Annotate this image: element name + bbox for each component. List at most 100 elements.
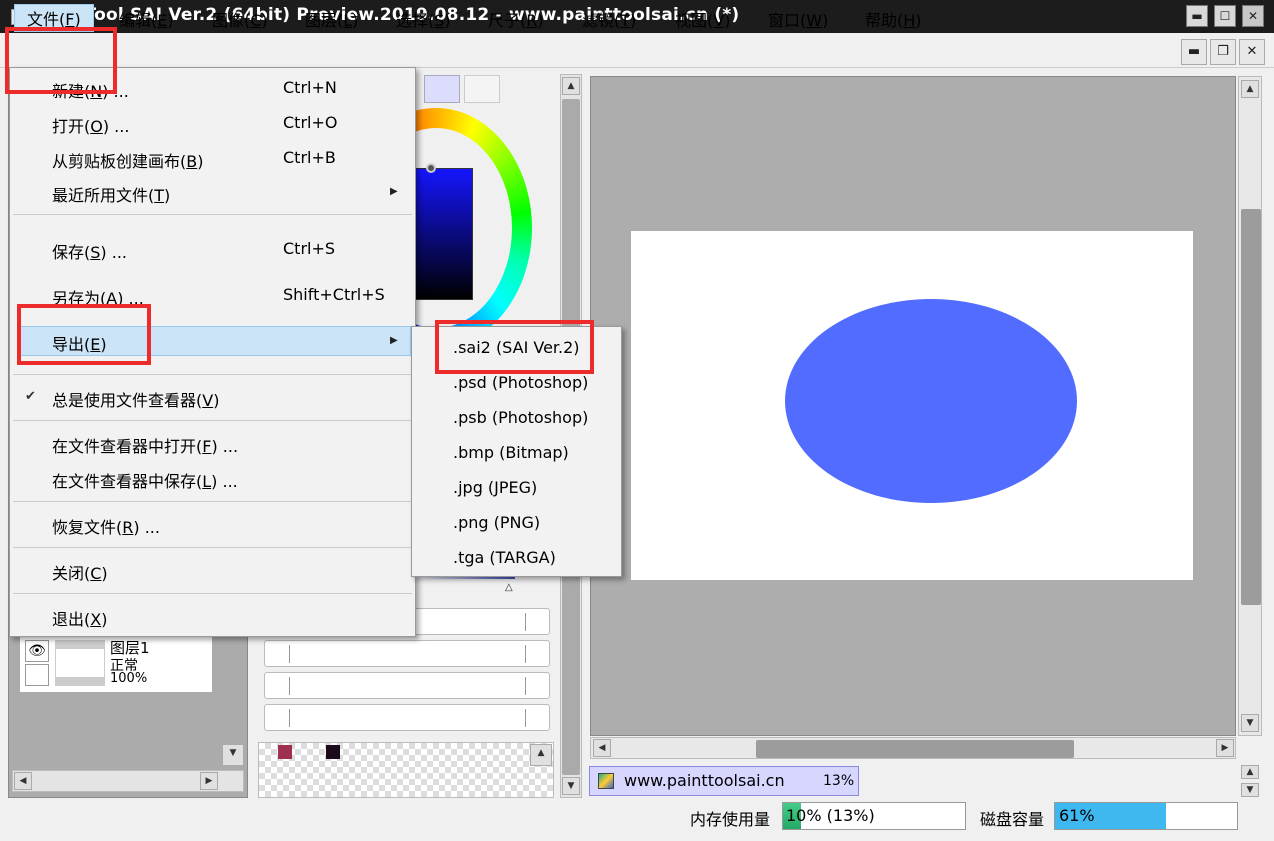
menu-item-save-in-viewer[interactable]: 在文件查看器中保存(L) ... xyxy=(52,468,238,492)
menu-item-always-use-viewer[interactable]: 总是使用文件查看器(V) xyxy=(52,387,219,411)
menu-separator xyxy=(13,501,412,502)
canvas-horizontal-scrollbar[interactable] xyxy=(590,737,1236,759)
menu-window[interactable]: 窗口(W) xyxy=(768,7,828,31)
eye-icon[interactable]: 👁 xyxy=(25,640,49,662)
doc-close-button[interactable]: ✕ xyxy=(1239,39,1265,65)
submenu-arrow-icon: ▶ xyxy=(390,186,398,197)
scroll-down-arrow[interactable]: ▼ xyxy=(562,777,580,795)
tool-field[interactable] xyxy=(264,640,550,667)
tool-field[interactable] xyxy=(264,704,550,731)
highlight-box-file-menu xyxy=(5,27,117,94)
export-png[interactable]: .png (PNG) xyxy=(453,513,540,532)
menu-item-key: X xyxy=(90,610,102,629)
menu-separator xyxy=(13,420,412,421)
scrollbar-thumb[interactable] xyxy=(756,740,1074,758)
doc-minimize-button[interactable]: ▬ xyxy=(1181,39,1207,65)
memory-usage-value: 10% (13%) xyxy=(786,806,875,825)
menu-key: T xyxy=(620,11,631,30)
slider-handle-icon[interactable]: △ xyxy=(505,582,513,593)
menu-item-label-end: ) ... xyxy=(133,518,160,537)
shortcut-save: Ctrl+S xyxy=(283,239,336,258)
highlight-box-export xyxy=(17,304,151,365)
layer-thumbnail xyxy=(55,640,105,686)
menu-item-label-end: ) xyxy=(101,564,108,583)
tool-field[interactable] xyxy=(264,672,550,699)
scroll-left-arrow[interactable]: ◀ xyxy=(14,772,32,790)
menu-ruler[interactable]: 尺子(R) xyxy=(488,7,544,31)
swatch[interactable] xyxy=(326,745,340,759)
menu-key: V xyxy=(713,11,725,30)
menu-edit[interactable]: 编辑(E) xyxy=(119,7,174,31)
menu-help[interactable]: 帮助(H) xyxy=(865,7,922,31)
menu-item-key: C xyxy=(90,564,102,583)
swatch-scroll-up-arrow[interactable]: ▲ xyxy=(530,744,552,766)
menu-item-label: 保存( xyxy=(52,243,91,262)
palette-mode-button[interactable] xyxy=(424,75,460,103)
swatch-grid[interactable] xyxy=(258,742,554,798)
menu-key: L xyxy=(343,11,353,30)
menu-item-open[interactable]: 打开(O) ... xyxy=(52,113,129,137)
menu-label: 滤镜( xyxy=(582,11,621,30)
scrollbar-thumb[interactable] xyxy=(1241,209,1261,605)
menu-separator xyxy=(13,547,412,548)
menu-separator xyxy=(13,374,412,375)
menu-item-label: 总是使用文件查看器( xyxy=(52,391,203,410)
menu-label: 选择( xyxy=(396,11,435,30)
minimize-button[interactable]: ▬ xyxy=(1186,5,1208,27)
menu-item-recent[interactable]: 最近所用文件(T) xyxy=(52,182,170,206)
export-bmp[interactable]: .bmp (Bitmap) xyxy=(453,443,569,462)
scratchpad-mode-button[interactable] xyxy=(464,75,500,103)
hue-handle[interactable] xyxy=(426,163,436,173)
scroll-left-arrow[interactable]: ◀ xyxy=(593,739,611,757)
menu-label-end: ) xyxy=(724,11,731,30)
saturation-value-square[interactable] xyxy=(415,168,473,300)
scroll-up-arrow[interactable]: ▲ xyxy=(1241,80,1259,98)
menu-item-close[interactable]: 关闭(C) xyxy=(52,560,108,584)
menu-item-open-in-viewer[interactable]: 在文件查看器中打开(F) ... xyxy=(52,433,238,457)
menu-select[interactable]: 选择(S) xyxy=(396,7,451,31)
menu-item-label: 最近所用文件( xyxy=(52,186,155,205)
menu-item-label-end: ) ... xyxy=(100,243,127,262)
tab-scroll-up-arrow[interactable]: ▲ xyxy=(1241,765,1259,779)
export-psb[interactable]: .psb (Photoshop) xyxy=(453,408,588,427)
export-psd[interactable]: .psd (Photoshop) xyxy=(453,373,588,392)
menu-item-label-end: ) ... xyxy=(211,472,238,491)
close-button[interactable]: ✕ xyxy=(1242,5,1264,27)
menu-label: 窗口( xyxy=(768,11,807,30)
scroll-down-arrow[interactable]: ▼ xyxy=(1241,714,1259,732)
shortcut-open: Ctrl+O xyxy=(283,113,338,132)
menu-item-label: 从剪贴板创建画布( xyxy=(52,152,187,171)
menu-layer[interactable]: 图层(L) xyxy=(305,7,358,31)
menu-label-end: ) xyxy=(537,11,544,30)
scroll-up-arrow[interactable]: ▲ xyxy=(562,77,580,95)
menu-item-exit[interactable]: 退出(X) xyxy=(52,606,107,630)
menu-item-key: L xyxy=(202,472,212,491)
shortcut-save-as: Shift+Ctrl+S xyxy=(283,285,385,304)
shortcut-new: Ctrl+N xyxy=(283,78,337,97)
export-jpg[interactable]: .jpg (JPEG) xyxy=(453,478,537,497)
menu-item-from-clipboard[interactable]: 从剪贴板创建画布(B) xyxy=(52,148,203,172)
menu-key: W xyxy=(806,11,823,30)
menu-filter[interactable]: 滤镜(T) xyxy=(582,7,636,31)
menu-item-label: 在文件查看器中打开( xyxy=(52,437,203,456)
menu-item-recover[interactable]: 恢复文件(R) ... xyxy=(52,514,160,538)
menu-label: 编辑( xyxy=(119,11,158,30)
swatch[interactable] xyxy=(278,745,292,759)
check-icon: ✔ xyxy=(25,389,36,404)
menu-image[interactable]: 图像(C) xyxy=(212,7,268,31)
lock-toggle[interactable] xyxy=(25,664,49,686)
canvas-vertical-scrollbar[interactable] xyxy=(1238,76,1262,736)
maximize-button[interactable]: ☐ xyxy=(1214,5,1236,27)
menu-label: 图层( xyxy=(305,11,344,30)
menu-item-key: T xyxy=(154,186,165,205)
menu-item-key: O xyxy=(90,117,103,136)
doc-restore-button[interactable]: ❐ xyxy=(1210,39,1236,65)
scroll-right-arrow[interactable]: ▶ xyxy=(1216,739,1234,757)
export-tga[interactable]: .tga (TARGA) xyxy=(453,548,556,567)
menu-item-save[interactable]: 保存(S) ... xyxy=(52,239,127,263)
tab-scroll-down-arrow[interactable]: ▼ xyxy=(1241,783,1259,797)
layer-scroll-down-arrow[interactable]: ▼ xyxy=(222,744,244,766)
menu-view[interactable]: 视图(V) xyxy=(675,7,730,31)
scroll-right-arrow[interactable]: ▶ xyxy=(200,772,218,790)
menu-item-key: R xyxy=(122,518,134,537)
